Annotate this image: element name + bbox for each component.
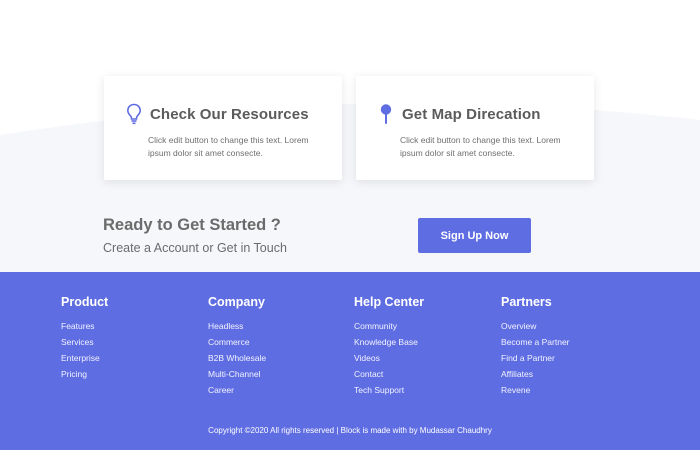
footer-link-multi-channel[interactable]: Multi-Channel — [208, 366, 266, 382]
footer-link-find-partner[interactable]: Find a Partner — [501, 350, 570, 366]
footer-link-revene[interactable]: Revene — [501, 382, 570, 398]
map-card: Get Map Direcation Click edit button to … — [356, 76, 594, 180]
footer-column-product: Product Features Services Enterprise Pri… — [61, 295, 108, 382]
footer-link-affiliates[interactable]: Affiliates — [501, 366, 570, 382]
card-text: Click edit button to change this text. L… — [400, 135, 561, 158]
footer-link-videos[interactable]: Videos — [354, 350, 424, 366]
footer-column-partners: Partners Overview Become a Partner Find … — [501, 295, 570, 398]
site-footer: Product Features Services Enterprise Pri… — [0, 272, 700, 450]
footer-link-pricing[interactable]: Pricing — [61, 366, 108, 382]
card-title: Get Map Direcation — [402, 105, 541, 123]
footer-link-overview[interactable]: Overview — [501, 318, 570, 334]
footer-column-company: Company Headless Commerce B2B Wholesale … — [208, 295, 266, 398]
footer-link-community[interactable]: Community — [354, 318, 424, 334]
cta-title: Ready to Get Started ? — [103, 216, 281, 234]
footer-link-features[interactable]: Features — [61, 318, 108, 334]
map-pin-icon — [376, 102, 396, 126]
card-text: Click edit button to change this text. L… — [148, 135, 309, 158]
footer-link-become-partner[interactable]: Become a Partner — [501, 334, 570, 350]
footer-link-knowledge-base[interactable]: Knowledge Base — [354, 334, 424, 350]
cta-subtitle: Create a Account or Get in Touch — [103, 241, 287, 255]
footer-link-career[interactable]: Career — [208, 382, 266, 398]
footer-link-commerce[interactable]: Commerce — [208, 334, 266, 350]
footer-heading: Partners — [501, 295, 552, 309]
footer-column-help-center: Help Center Community Knowledge Base Vid… — [354, 295, 424, 398]
card-title: Check Our Resources — [150, 105, 309, 123]
footer-heading: Help Center — [354, 295, 425, 309]
footer-link-enterprise[interactable]: Enterprise — [61, 350, 108, 366]
footer-link-contact[interactable]: Contact — [354, 366, 424, 382]
copyright-text: Copyright ©2020 All rights reserved | Bl… — [208, 426, 492, 435]
sign-up-button[interactable]: Sign Up Now — [418, 218, 531, 253]
footer-link-headless[interactable]: Headless — [208, 318, 266, 334]
footer-link-tech-support[interactable]: Tech Support — [354, 382, 424, 398]
footer-link-b2b-wholesale[interactable]: B2B Wholesale — [208, 350, 266, 366]
footer-link-services[interactable]: Services — [61, 334, 108, 350]
footer-heading: Company — [208, 295, 265, 309]
lightbulb-icon — [124, 102, 144, 126]
footer-heading: Product — [61, 295, 109, 309]
resources-card: Check Our Resources Click edit button to… — [104, 76, 342, 180]
